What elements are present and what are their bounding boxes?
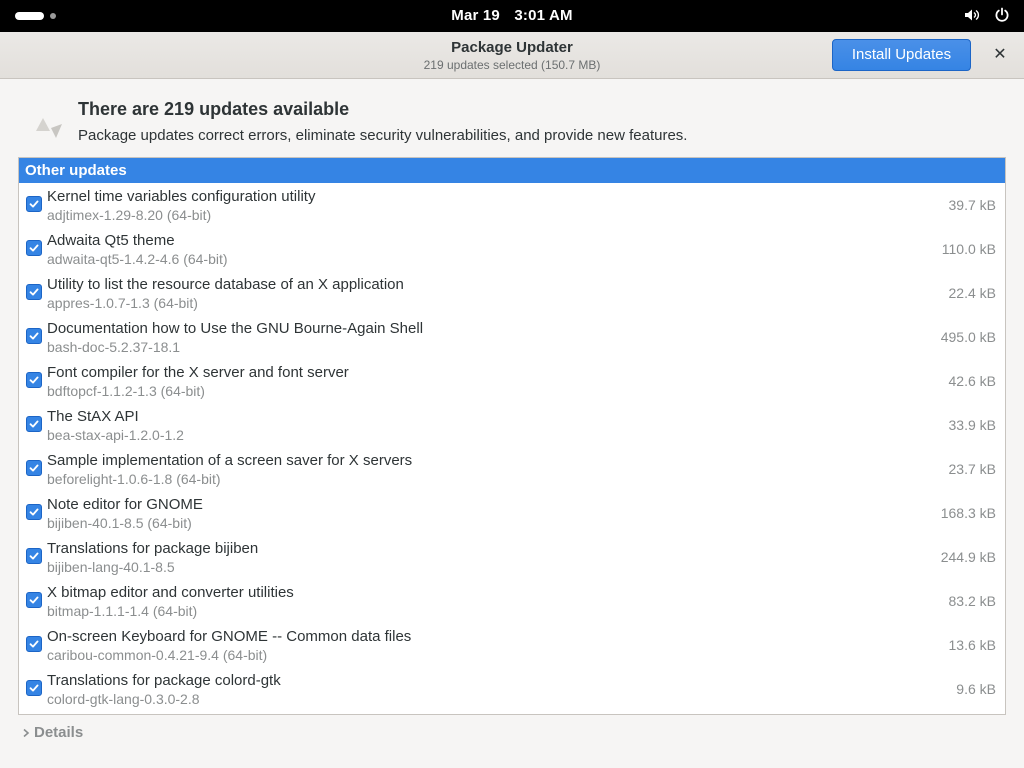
- update-row[interactable]: Translations for package bijiben bijiben-…: [19, 535, 1005, 579]
- checkmark-icon: [29, 332, 39, 340]
- update-package: bash-doc-5.2.37-18.1: [47, 339, 181, 355]
- update-row[interactable]: Sample implementation of a screen saver …: [19, 447, 1005, 491]
- update-icon: [34, 116, 64, 145]
- update-row[interactable]: Translations for package colord-gtk color…: [19, 667, 1005, 711]
- close-window-button[interactable]: ✕: [988, 44, 1012, 68]
- checkmark-icon: [29, 508, 39, 516]
- checkmark-icon: [29, 420, 39, 428]
- install-updates-button[interactable]: Install Updates: [832, 39, 971, 71]
- clock[interactable]: Mar 19 3:01 AM: [0, 7, 1024, 24]
- checkmark-icon: [29, 200, 39, 208]
- update-name: Translations for package bijiben: [47, 540, 259, 557]
- update-size: 9.6 kB: [956, 681, 996, 697]
- update-name: Sample implementation of a screen saver …: [47, 452, 413, 469]
- update-name: Documentation how to Use the GNU Bourne-…: [47, 320, 424, 337]
- update-name: Utility to list the resource database of…: [47, 276, 404, 293]
- update-row[interactable]: Note editor for GNOME bijiben-40.1-8.5 (6…: [19, 491, 1005, 535]
- checkmark-icon: [29, 684, 39, 692]
- details-label: Details: [34, 724, 84, 741]
- update-row[interactable]: On-screen Keyboard for GNOME -- Common d…: [19, 623, 1005, 667]
- updates-list: Other updates Kernel time variables conf…: [18, 157, 1006, 715]
- update-package: bitmap-1.1.1-1.4 (64-bit): [47, 603, 198, 619]
- details-expander[interactable]: Details: [22, 724, 83, 741]
- update-checkbox[interactable]: [26, 240, 42, 256]
- update-name: The StAX API: [47, 408, 139, 425]
- update-row[interactable]: The StAX API bea-stax-api-1.2.0-1.2 33.9 k…: [19, 403, 1005, 447]
- update-row[interactable]: Documentation how to Use the GNU Bourne-…: [19, 315, 1005, 359]
- update-package: caribou-common-0.4.21-9.4 (64-bit): [47, 647, 268, 663]
- update-package: appres-1.0.7-1.3 (64-bit): [47, 295, 198, 311]
- clock-time: 3:01 AM: [514, 7, 573, 24]
- update-package: bea-stax-api-1.2.0-1.2: [47, 427, 184, 443]
- update-row[interactable]: Utility to list the resource database of…: [19, 271, 1005, 315]
- update-checkbox[interactable]: [26, 284, 42, 300]
- update-name: Kernel time variables configuration util…: [47, 188, 316, 205]
- checkmark-icon: [29, 596, 39, 604]
- clock-date: Mar 19: [451, 7, 500, 24]
- update-size: 33.9 kB: [948, 417, 996, 433]
- checkmark-icon: [29, 244, 39, 252]
- system-status-area[interactable]: [964, 7, 1010, 23]
- update-size: 83.2 kB: [948, 593, 996, 609]
- update-checkbox[interactable]: [26, 636, 42, 652]
- update-package: bdftopcf-1.1.2-1.3 (64-bit): [47, 383, 205, 399]
- update-size: 495.0 kB: [940, 329, 996, 345]
- updates-description: Package updates correct errors, eliminat…: [78, 127, 688, 144]
- volume-icon: [964, 7, 980, 23]
- checkmark-icon: [29, 640, 39, 648]
- update-checkbox[interactable]: [26, 416, 42, 432]
- update-size: 244.9 kB: [940, 549, 996, 565]
- update-checkbox[interactable]: [26, 548, 42, 564]
- checkmark-icon: [29, 288, 39, 296]
- update-package: adjtimex-1.29-8.20 (64-bit): [47, 207, 212, 223]
- power-icon: [994, 7, 1010, 23]
- update-size: 39.7 kB: [948, 197, 996, 213]
- update-package: beforelight-1.0.6-1.8 (64-bit): [47, 471, 221, 487]
- update-size: 13.6 kB: [948, 637, 996, 653]
- update-row[interactable]: Adwaita Qt5 theme adwaita-qt5-1.4.2-4.6 (…: [19, 227, 1005, 271]
- update-package: colord-gtk-lang-0.3.0-2.8: [47, 691, 200, 707]
- checkmark-icon: [29, 464, 39, 472]
- update-size: 22.4 kB: [948, 285, 996, 301]
- update-name: Note editor for GNOME: [47, 496, 203, 513]
- update-name: Adwaita Qt5 theme: [47, 232, 175, 249]
- update-name: Font compiler for the X server and font …: [47, 364, 349, 381]
- update-name: On-screen Keyboard for GNOME -- Common d…: [47, 628, 412, 645]
- update-checkbox[interactable]: [26, 196, 42, 212]
- update-name: Translations for package colord-gtk: [47, 672, 281, 689]
- update-checkbox[interactable]: [26, 592, 42, 608]
- top-bar: Mar 19 3:01 AM: [0, 0, 1024, 32]
- update-package: bijiben-40.1-8.5 (64-bit): [47, 515, 192, 531]
- update-row[interactable]: Kernel time variables configuration util…: [19, 183, 1005, 227]
- update-size: 168.3 kB: [940, 505, 996, 521]
- update-row[interactable]: Font compiler for the X server and font …: [19, 359, 1005, 403]
- chevron-right-icon: [23, 728, 30, 737]
- update-package: adwaita-qt5-1.4.2-4.6 (64-bit): [47, 251, 228, 267]
- checkmark-icon: [29, 552, 39, 560]
- list-section-header: Other updates: [19, 158, 1005, 183]
- checkmark-icon: [29, 376, 39, 384]
- update-checkbox[interactable]: [26, 372, 42, 388]
- window-headerbar: Package Updater 219 updates selected (15…: [0, 32, 1024, 79]
- update-row[interactable]: X bitmap editor and converter utilities b…: [19, 579, 1005, 623]
- update-checkbox[interactable]: [26, 328, 42, 344]
- update-size: 110.0 kB: [941, 241, 996, 257]
- update-package: bijiben-lang-40.1-8.5: [47, 559, 175, 575]
- update-checkbox[interactable]: [26, 504, 42, 520]
- updates-available-heading: There are 219 updates available: [78, 99, 350, 119]
- update-size: 42.6 kB: [948, 373, 996, 389]
- update-size: 23.7 kB: [948, 461, 996, 477]
- update-name: X bitmap editor and converter utilities: [47, 584, 294, 601]
- update-checkbox[interactable]: [26, 460, 42, 476]
- update-checkbox[interactable]: [26, 680, 42, 696]
